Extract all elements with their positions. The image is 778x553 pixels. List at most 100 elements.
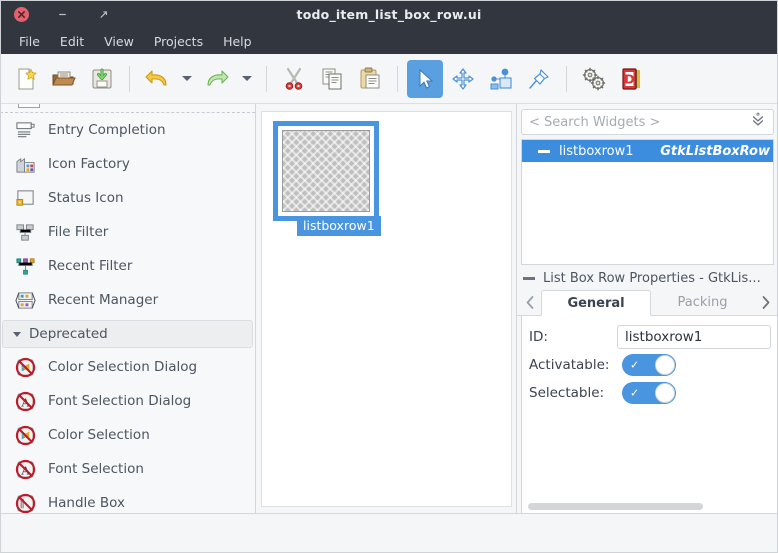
properties-header-dash-icon — [523, 277, 535, 280]
palette-item-entry-completion[interactable]: Entry Completion — [0, 113, 255, 147]
tab-scroll-next-button[interactable] — [754, 290, 776, 315]
widget-tree[interactable]: listboxrow1 GtkListBoxRow — [521, 139, 774, 265]
drag-resize-tool-button[interactable] — [445, 60, 481, 98]
devhelp-button[interactable]: D — [614, 60, 650, 98]
menu-view[interactable]: View — [95, 31, 143, 52]
pointer-arrow-icon — [413, 67, 437, 91]
menu-bar: File Edit View Projects Help — [0, 28, 778, 54]
properties-header: List Box Row Properties - GtkLis... — [517, 265, 778, 290]
selectable-label: Selectable: — [529, 385, 617, 401]
recent-manager-icon — [14, 289, 36, 311]
copy-pages-icon — [319, 66, 345, 92]
file-filter-icon — [14, 221, 36, 243]
palette-item-color-selection-dialog[interactable]: Color Selection Dialog — [0, 350, 255, 384]
collapse-toggle-icon[interactable] — [538, 150, 550, 153]
widget-tree-type: GtkListBoxRow — [660, 144, 773, 159]
redo-button[interactable] — [199, 60, 235, 98]
toolbar-separator-3 — [397, 66, 398, 92]
selectable-toggle[interactable]: ✓ — [622, 382, 676, 404]
redo-dropdown-button[interactable] — [237, 60, 257, 98]
deprecated-font-icon: A — [14, 390, 36, 412]
palette-item-label: Font Selection Dialog — [48, 393, 191, 409]
palette-item-color-selection[interactable]: Color Selection — [0, 418, 255, 452]
undo-button[interactable] — [139, 60, 175, 98]
undo-dropdown-button[interactable] — [177, 60, 197, 98]
minimize-button[interactable] — [55, 7, 70, 22]
margins-tool-button[interactable] — [483, 60, 519, 98]
open-file-button[interactable] — [46, 60, 82, 98]
redo-arrow-icon — [204, 66, 230, 92]
palette-item-label: Recent Manager — [48, 292, 158, 308]
close-icon — [17, 10, 26, 19]
palette-item-label: Color Selection Dialog — [48, 359, 197, 375]
palette-item-font-selection-dialog[interactable]: A Font Selection Dialog — [0, 384, 255, 418]
widget-palette[interactable]: Entry Completion Icon Factory — [0, 104, 256, 513]
minimize-icon — [57, 9, 68, 20]
tab-packing[interactable]: Packing — [651, 290, 754, 315]
palette-item-label: Color Selection — [48, 427, 150, 443]
maximize-button[interactable] — [96, 7, 111, 22]
palette-item-handle-box[interactable]: Handle Box — [0, 486, 255, 513]
id-input[interactable]: listboxrow1 — [617, 325, 771, 349]
check-icon: ✓ — [630, 360, 639, 371]
check-icon: ✓ — [630, 388, 639, 399]
deprecated-color-icon — [14, 424, 36, 446]
palette-item-recent-filter[interactable]: Recent Filter — [0, 249, 255, 283]
preferences-button[interactable] — [576, 60, 612, 98]
selected-widget-listboxrow1[interactable] — [273, 121, 379, 221]
glade-window: todo_item_list_box_row.ui File Edit View… — [0, 0, 778, 553]
palette-item-recent-manager[interactable]: Recent Manager — [0, 283, 255, 317]
expand-all-icon[interactable] — [750, 112, 766, 132]
svg-text:D: D — [624, 71, 634, 86]
design-canvas[interactable]: listboxrow1 — [261, 111, 512, 507]
select-tool-button[interactable] — [407, 60, 443, 98]
alignment-tool-button[interactable] — [521, 60, 557, 98]
icon-factory-icon — [14, 153, 36, 175]
deprecated-font-icon: A — [14, 458, 36, 480]
pin-icon — [527, 67, 551, 91]
palette-item-label: Icon Factory — [48, 156, 130, 172]
chevron-left-icon — [524, 295, 537, 310]
save-disk-icon — [89, 66, 115, 92]
menu-file[interactable]: File — [10, 31, 49, 52]
palette-item-file-filter[interactable]: File Filter — [0, 215, 255, 249]
property-row-selectable: Selectable: ✓ — [522, 379, 777, 407]
widget-tree-row-listboxrow1[interactable]: listboxrow1 GtkListBoxRow — [522, 140, 773, 162]
menu-edit[interactable]: Edit — [51, 31, 93, 52]
save-file-button[interactable] — [84, 60, 120, 98]
maximize-icon — [98, 9, 109, 20]
deprecated-handlebox-icon — [14, 492, 36, 513]
property-row-activatable: Activatable: ✓ — [522, 351, 777, 379]
paste-button[interactable] — [352, 60, 388, 98]
copy-button[interactable] — [314, 60, 350, 98]
palette-group-deprecated[interactable]: Deprecated — [2, 320, 253, 348]
palette-item-font-selection[interactable]: A Font Selection — [0, 452, 255, 486]
window-title: todo_item_list_box_row.ui — [0, 7, 778, 22]
chevron-right-icon — [759, 295, 772, 310]
tab-scroll-prev-button[interactable] — [519, 290, 541, 315]
cut-button[interactable] — [276, 60, 312, 98]
widget-name-tag: listboxrow1 — [297, 216, 381, 236]
main-body: Entry Completion Icon Factory — [0, 104, 778, 513]
entry-completion-icon — [14, 119, 36, 141]
palette-item-label: Entry Completion — [48, 122, 166, 138]
new-file-button[interactable] — [8, 60, 44, 98]
widget-search-row: < Search Widgets > — [517, 104, 778, 139]
palette-item-label: File Filter — [48, 224, 108, 240]
close-button[interactable] — [14, 7, 29, 22]
palette-item-icon-factory[interactable]: Icon Factory — [0, 147, 255, 181]
palette-item-status-icon[interactable]: Status Icon — [0, 181, 255, 215]
toolbar-separator-2 — [266, 66, 267, 92]
search-widgets-box[interactable]: < Search Widgets > — [521, 109, 774, 135]
properties-horizontal-scrollbar[interactable] — [528, 503, 703, 510]
activatable-toggle[interactable]: ✓ — [622, 354, 676, 376]
new-document-icon — [13, 66, 39, 92]
menu-help[interactable]: Help — [214, 31, 261, 52]
palette-item-label: Recent Filter — [48, 258, 132, 274]
menu-projects[interactable]: Projects — [145, 31, 212, 52]
widget-inner-frame — [278, 126, 374, 216]
widget-placeholder-hatch[interactable] — [282, 130, 370, 212]
property-row-id: ID: listboxrow1 — [522, 323, 777, 351]
tab-general[interactable]: General — [541, 290, 651, 316]
search-input[interactable]: < Search Widgets > — [529, 115, 660, 130]
